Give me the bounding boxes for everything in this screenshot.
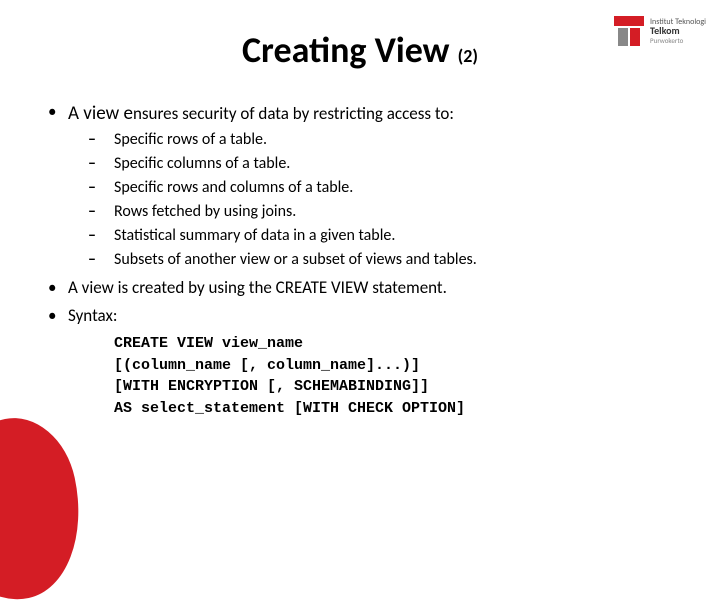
sub-bullet-1: Specific rows of a table.	[114, 128, 680, 152]
title-sub: (2)	[458, 45, 478, 67]
bullet-item-2: A view is created by using the CREATE VI…	[68, 276, 680, 301]
sub-bullet-3: Specific rows and columns of a table.	[114, 176, 680, 200]
syntax-line-3: [WITH ENCRYPTION [, SCHEMABINDING]]	[114, 378, 429, 395]
bullet-item-1: A view ensures security of data by restr…	[68, 100, 680, 272]
syntax-line-1: CREATE VIEW view_name	[114, 335, 303, 352]
sub-bullet-list: Specific rows of a table. Specific colum…	[68, 128, 680, 272]
syntax-line-4: AS select_statement [WITH CHECK OPTION]	[114, 400, 465, 417]
sub-bullet-4: Rows fetched by using joins.	[114, 200, 680, 224]
sub-bullet-6: Subsets of another view or a subset of v…	[114, 248, 680, 272]
sub-bullet-5: Statistical summary of data in a given t…	[114, 224, 680, 248]
syntax-block: CREATE VIEW view_name [(column_name [, c…	[40, 333, 680, 420]
bullet-1-rest: nsures security of data by restricting a…	[133, 103, 454, 124]
slide-content: Creating View (2) A view ensures securit…	[0, 0, 720, 440]
sub-bullet-2: Specific columns of a table.	[114, 152, 680, 176]
bullet-1-lead: A view e	[68, 102, 133, 125]
slide-title: Creating View (2)	[40, 28, 680, 72]
syntax-line-2: [(column_name [, column_name]...)]	[114, 357, 420, 374]
title-main: Creating View	[242, 28, 450, 72]
bullet-list: A view ensures security of data by restr…	[40, 100, 680, 329]
bullet-item-3: Syntax:	[68, 304, 680, 329]
